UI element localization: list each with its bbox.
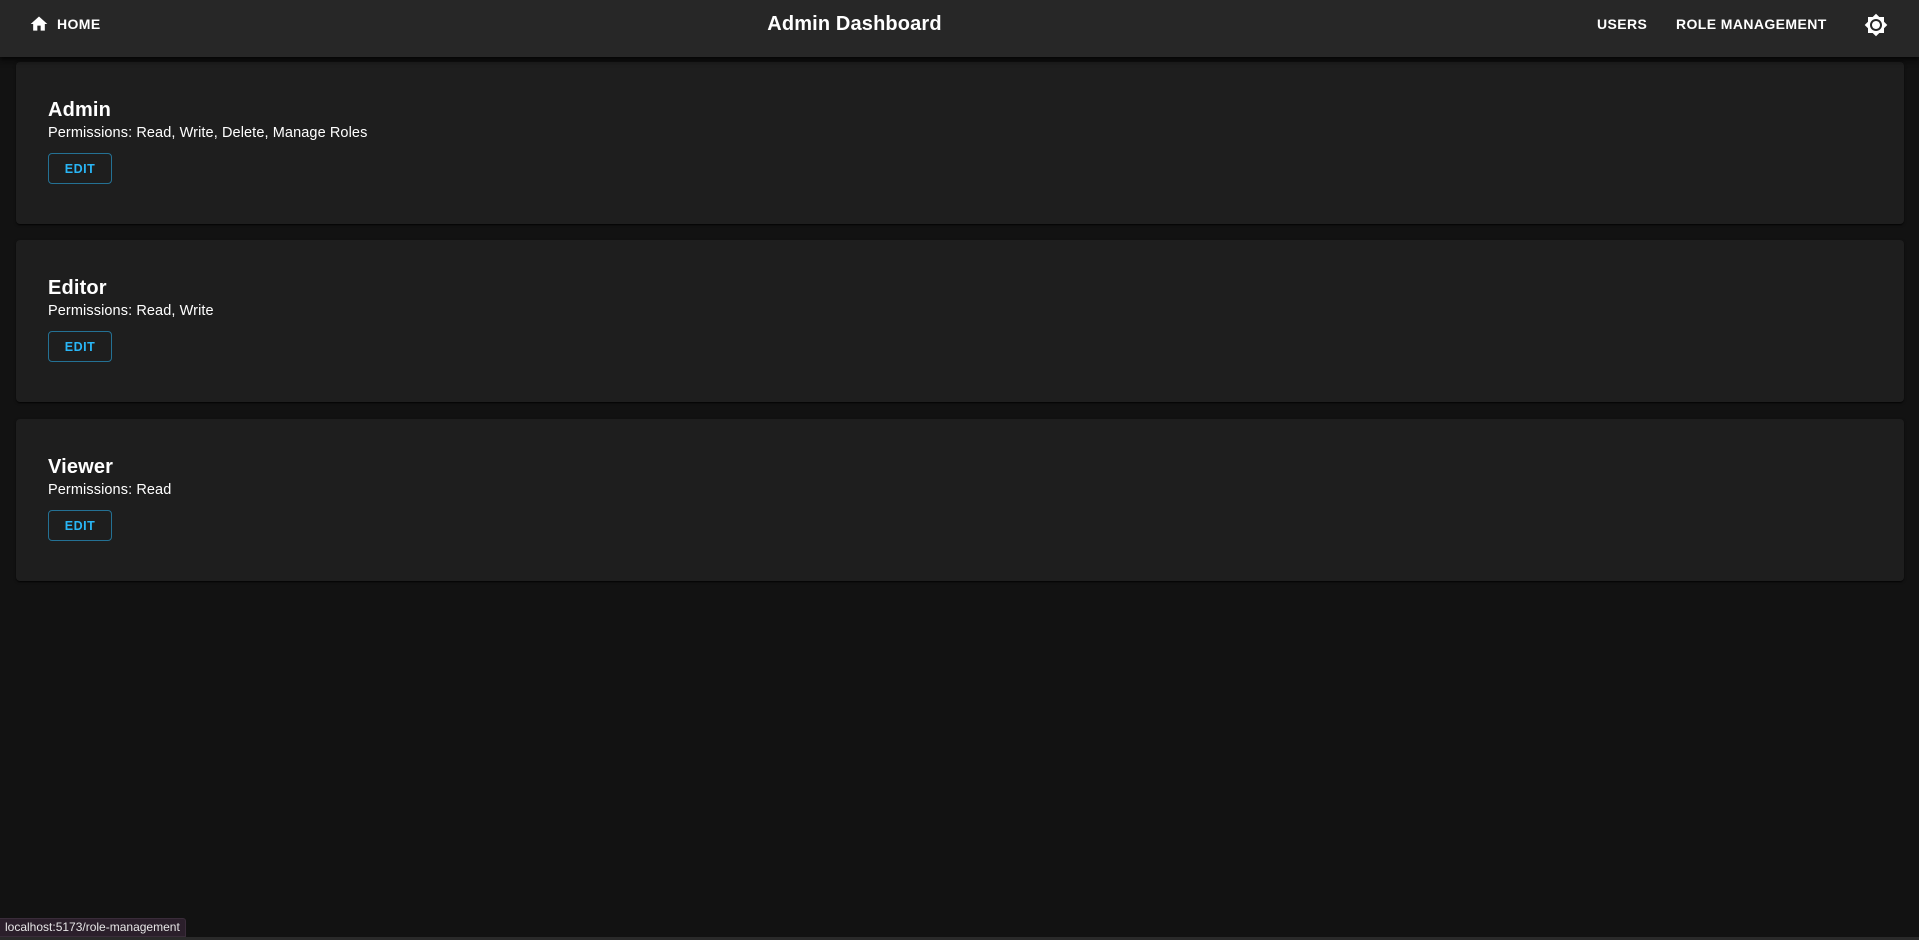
nav-role-management-button[interactable]: ROLE MANAGEMENT — [1668, 10, 1835, 38]
role-permissions: Permissions: Read, Write — [48, 303, 214, 319]
theme-toggle-button[interactable] — [1862, 11, 1890, 39]
edit-role-button[interactable]: EDIT — [48, 510, 112, 541]
home-button[interactable]: HOME — [20, 10, 110, 38]
nav-role-management-label: ROLE MANAGEMENT — [1676, 16, 1827, 32]
home-icon — [29, 14, 49, 34]
role-name: Viewer — [48, 456, 114, 478]
role-card-viewer: Viewer Permissions: Read EDIT — [16, 419, 1904, 581]
edit-role-button[interactable]: EDIT — [48, 331, 112, 362]
role-name: Admin — [48, 99, 111, 121]
role-card-editor: Editor Permissions: Read, Write EDIT — [16, 240, 1904, 402]
app-bar: HOME Admin Dashboard USERS ROLE MANAGEME… — [0, 0, 1919, 57]
role-name: Editor — [48, 277, 107, 299]
status-bar-url: localhost:5173/role-management — [0, 918, 186, 937]
edit-role-button[interactable]: EDIT — [48, 153, 112, 184]
nav-users-label: USERS — [1597, 16, 1648, 32]
role-permissions: Permissions: Read, Write, Delete, Manage… — [48, 125, 368, 141]
page-title: Admin Dashboard — [767, 13, 942, 35]
nav-users-button[interactable]: USERS — [1589, 10, 1655, 38]
brightness-icon — [1864, 13, 1888, 37]
role-card-admin: Admin Permissions: Read, Write, Delete, … — [16, 62, 1904, 224]
home-label: HOME — [57, 16, 101, 32]
role-permissions: Permissions: Read — [48, 482, 172, 498]
